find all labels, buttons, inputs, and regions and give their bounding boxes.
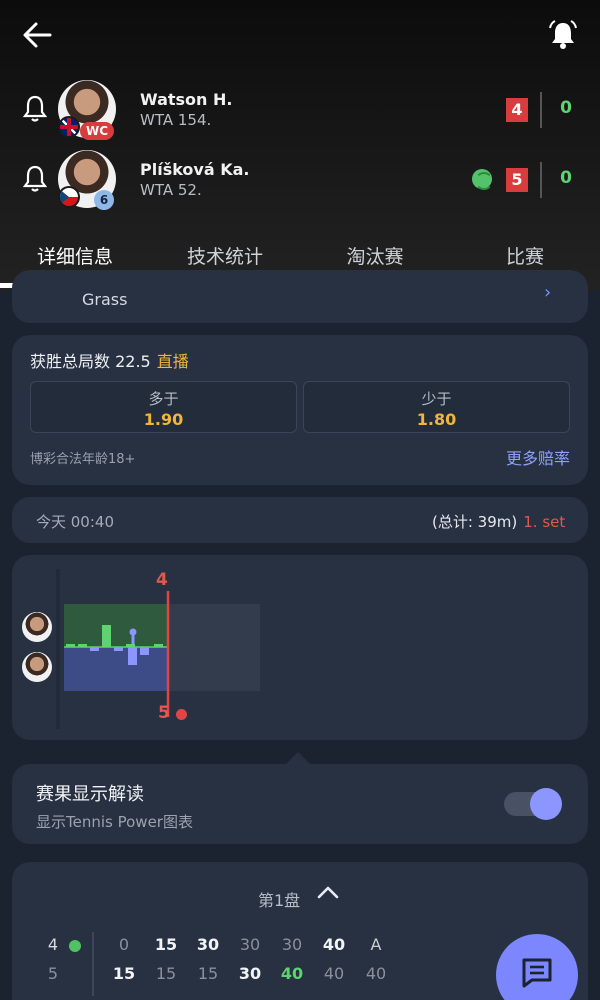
score-divider [540, 162, 542, 198]
player-bell-icon[interactable] [22, 164, 48, 194]
player-row-2[interactable]: 6 Plíšková Ka. WTA 52. 5 0 [0, 150, 600, 210]
toggle-knob [530, 788, 562, 820]
tab-matches[interactable]: 比赛 [450, 242, 600, 269]
player-rank: WTA 52. [140, 181, 202, 199]
wildcard-badge: WC [80, 122, 115, 140]
match-time-bar: 今天 00:40 (总计: 39m) 1. set [12, 497, 588, 543]
under-odds-button[interactable]: 少于 1.80 [303, 381, 570, 433]
score-divider [540, 92, 542, 128]
player-name: Plíšková Ka. [140, 160, 250, 179]
odds-title: 获胜总局数 22.5 直播 [30, 352, 189, 371]
power-toggle-subtitle: 显示Tennis Power图表 [36, 813, 193, 831]
odds-label: 少于 [421, 390, 452, 408]
set-score: 5 [506, 168, 528, 192]
chevron-up-icon[interactable] [316, 882, 340, 902]
over-odds-button[interactable]: 多于 1.90 [30, 381, 297, 433]
score-divider [92, 932, 94, 996]
uk-flag-icon [58, 116, 80, 138]
tooltip-pointer [286, 752, 310, 764]
point-score: 30 [196, 935, 220, 954]
odds-label: 多于 [148, 390, 179, 408]
odds-value: 1.80 [416, 410, 457, 429]
power-toggle-title: 赛果显示解读 [36, 784, 144, 805]
point-score: 15 [154, 935, 178, 954]
serving-ball-icon [472, 169, 493, 190]
live-tag: 直播 [156, 352, 189, 371]
tennis-power-card: 4 5 [12, 555, 588, 740]
tab-details[interactable]: 详细信息 [0, 242, 150, 269]
serve-indicator-dot [176, 709, 187, 720]
player-row-1[interactable]: WC Watson H. WTA 154. 4 0 [0, 80, 600, 140]
point-score: A [370, 935, 382, 954]
notification-bell-icon[interactable] [546, 18, 580, 52]
point-score: 30 [281, 935, 303, 954]
chevron-right-icon: › [544, 282, 552, 303]
serve-dot [69, 940, 81, 952]
point-score: 40 [323, 964, 345, 983]
odds-card: 获胜总局数 22.5 直播 多于 1.90 少于 1.80 博彩合法年龄18+ 更… [12, 335, 588, 485]
set-score: 4 [506, 98, 528, 122]
back-arrow-icon[interactable] [20, 18, 56, 54]
match-header: WC Watson H. WTA 154. 4 0 6 Plíšková Ka.… [0, 0, 600, 290]
chart-top-score: 4 [156, 570, 168, 590]
legal-age-notice: 博彩合法年龄18+ [30, 452, 136, 467]
more-odds-link[interactable]: 更多赔率 [506, 445, 570, 469]
point-score: 0 [118, 935, 130, 954]
player-1-mini-avatar [22, 612, 52, 642]
game-score: 0 [560, 168, 572, 188]
point-score: 15 [112, 964, 136, 983]
surface-label: Grass [82, 290, 128, 309]
set-title[interactable]: 第1盘 [258, 887, 300, 911]
total-duration: (总计: 39m) 1. set [432, 513, 566, 531]
game-score: 0 [560, 98, 572, 118]
player-2-games: 5 [47, 964, 59, 983]
seed-badge: 6 [94, 190, 114, 210]
point-score: 30 [238, 964, 262, 983]
player-2-mini-avatar [22, 652, 52, 682]
player-bell-icon[interactable] [22, 94, 48, 124]
player-rank: WTA 154. [140, 111, 212, 129]
chat-icon [522, 958, 552, 988]
tab-draw[interactable]: 淘汰赛 [300, 242, 450, 269]
point-score: 15 [197, 964, 219, 983]
point-score: 30 [239, 935, 261, 954]
power-chart-toggle[interactable] [504, 788, 562, 820]
point-score: 40 [322, 935, 346, 954]
current-set-label: 1. set [523, 513, 566, 531]
start-time: 今天 00:40 [36, 513, 114, 531]
player-name: Watson H. [140, 90, 233, 109]
point-score: 15 [155, 964, 177, 983]
power-toggle-card: 赛果显示解读 显示Tennis Power图表 [12, 764, 588, 844]
point-score: 40 [365, 964, 387, 983]
czech-flag-icon [58, 186, 80, 208]
tab-stats[interactable]: 技术统计 [150, 242, 300, 269]
chart-bottom-score: 5 [158, 703, 170, 723]
player-1-games: 4 [47, 935, 59, 954]
surface-card[interactable]: Grass › [12, 270, 588, 323]
odds-value: 1.90 [143, 410, 184, 429]
point-score: 40 [280, 964, 304, 983]
